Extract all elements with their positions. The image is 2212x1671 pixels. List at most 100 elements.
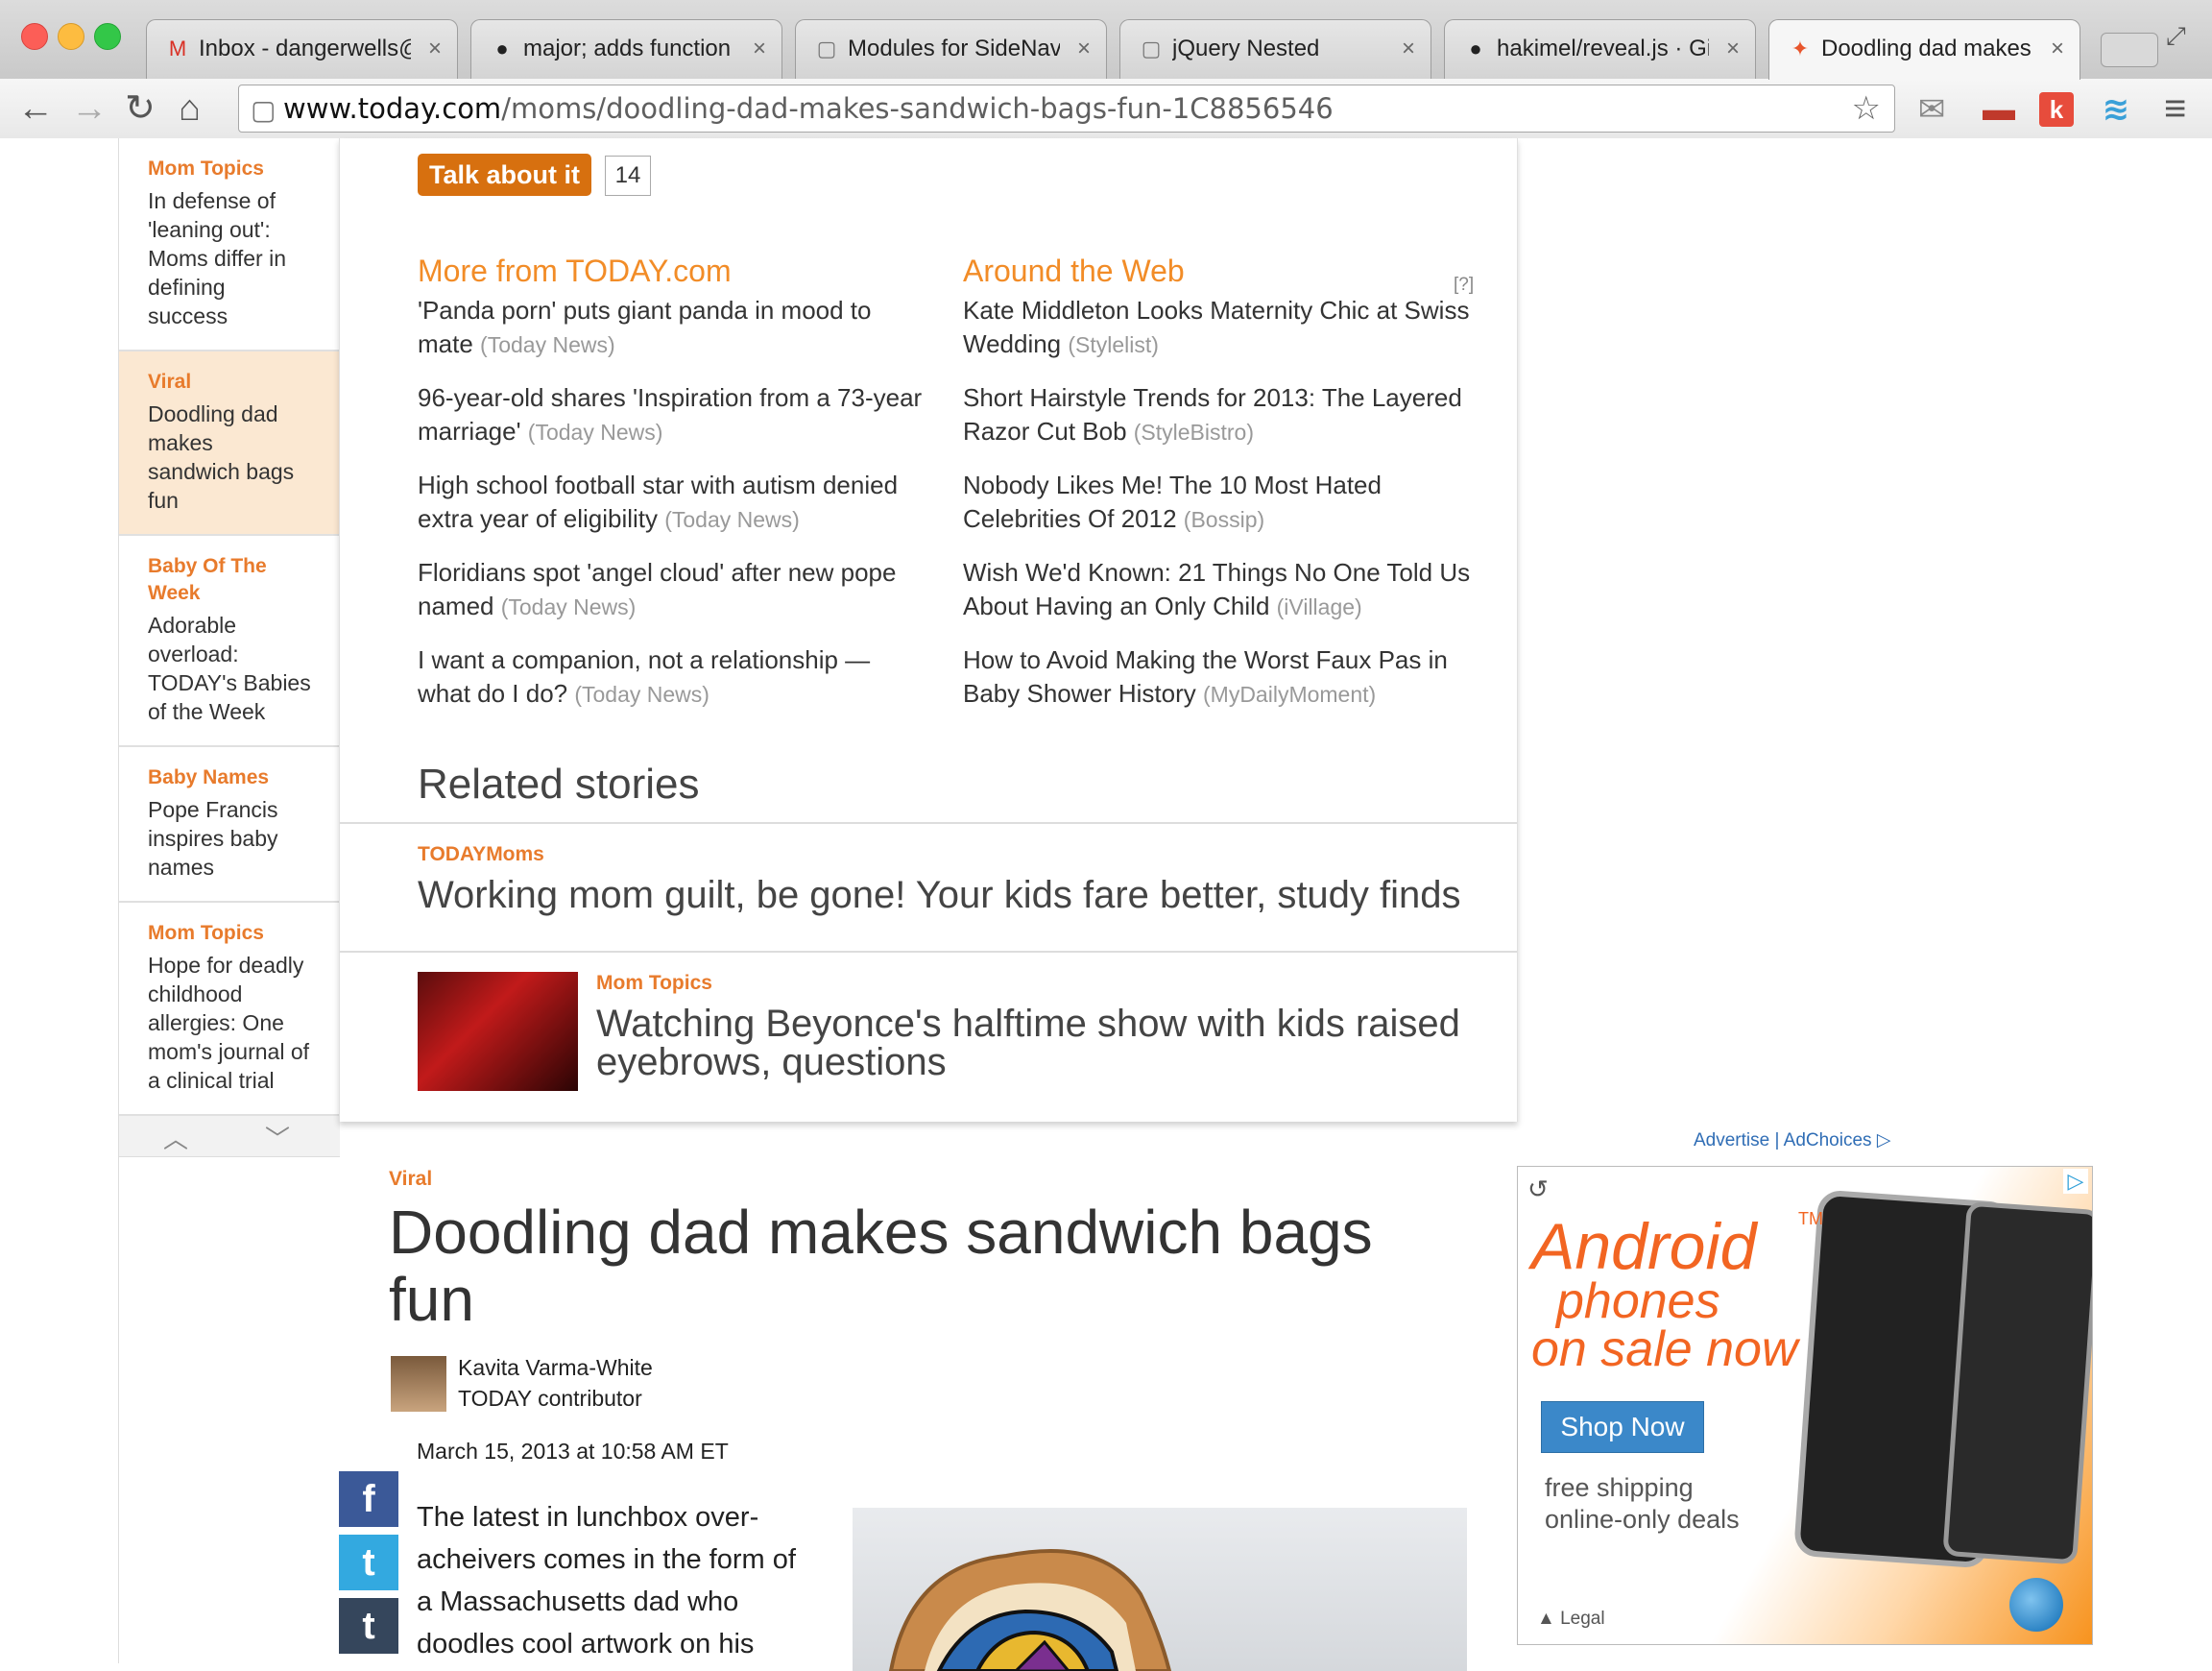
more-from-today-heading[interactable]: More from TODAY.com	[418, 254, 732, 289]
related-story-thumbnail[interactable]	[418, 972, 578, 1091]
wave-extension-icon[interactable]: ≋	[2099, 92, 2133, 127]
ad-shipping-text: free shipping online-only deals	[1545, 1472, 1740, 1536]
article-sandwich-image[interactable]	[853, 1508, 1467, 1671]
tab-close-icon[interactable]: ×	[1726, 20, 1740, 78]
forward-button[interactable]: →	[71, 86, 108, 131]
tab-close-icon[interactable]: ×	[428, 20, 442, 78]
address-bar[interactable]: ▢ www.today.com/moms/doodling-dad-makes-…	[238, 85, 1895, 133]
recommended-link[interactable]: Kate Middleton Looks Maternity Chic at S…	[963, 294, 1481, 362]
tab-close-icon[interactable]: ×	[1402, 20, 1415, 78]
related-story-title[interactable]: Working mom guilt, be gone! Your kids fa…	[418, 876, 1512, 914]
mail-extension-icon[interactable]: ✉	[1914, 92, 1949, 127]
tab-close-icon[interactable]: ×	[753, 20, 766, 78]
recommended-link[interactable]: I want a companion, not a relationship —…	[418, 643, 926, 712]
browser-tab[interactable]: ▢ jQuery Nested ×	[1119, 19, 1431, 79]
recommended-link[interactable]: 'Panda porn' puts giant panda in mood to…	[418, 294, 926, 362]
rail-story-title[interactable]: Doodling dad makes sandwich bags fun	[148, 400, 311, 515]
window-minimize-button[interactable]	[58, 23, 84, 50]
talk-about-it-button[interactable]: Talk about it	[418, 154, 592, 196]
browser-tab[interactable]: ● hakimel/reveal.js · Gi ×	[1444, 19, 1756, 79]
advertise-link[interactable]: Advertise	[1694, 1130, 1769, 1150]
klout-extension-icon[interactable]: k	[2039, 92, 2074, 127]
tab-close-icon[interactable]: ×	[2051, 20, 2064, 78]
rail-story-title[interactable]: Hope for deadly childhood allergies: One…	[148, 951, 311, 1095]
recommended-link[interactable]: Wish We'd Known: 21 Things No One Told U…	[963, 556, 1481, 624]
article-category[interactable]: Viral	[389, 1168, 432, 1191]
recommended-link-title[interactable]: High school football star with autism de…	[418, 471, 898, 533]
author-name[interactable]: Kavita Varma-White	[458, 1352, 653, 1383]
couch-extension-icon[interactable]: ▬	[1982, 92, 2016, 127]
rail-story-item[interactable]: Mom Topics In defense of 'leaning out': M…	[119, 138, 340, 351]
related-story-title[interactable]: Watching Beyonce's halftime show with ki…	[596, 1005, 1499, 1081]
window-zoom-button[interactable]	[94, 23, 121, 50]
recommended-link-title[interactable]: Wish We'd Known: 21 Things No One Told U…	[963, 558, 1470, 620]
browser-tab[interactable]: ✦ Doodling dad makes ×	[1768, 19, 2080, 80]
facebook-share-button[interactable]: f	[339, 1471, 398, 1527]
fullscreen-icon[interactable]: ⤢	[2166, 21, 2186, 52]
ad-legal-link[interactable]: ▲ Legal	[1537, 1609, 1605, 1630]
browser-tab[interactable]: ● major; adds function ×	[470, 19, 782, 79]
url-text[interactable]: www.today.com/moms/doodling-dad-makes-sa…	[283, 85, 1334, 132]
ad-replay-icon[interactable]: ↺	[1527, 1175, 1549, 1204]
adchoices-icon[interactable]: ▷	[2063, 1169, 2088, 1194]
recommended-link-source: (StyleBistro)	[1133, 420, 1255, 445]
rail-up-arrow-icon[interactable]: ︿	[163, 1120, 188, 1155]
recommended-link[interactable]: High school football star with autism de…	[418, 469, 926, 537]
author-byline: Kavita Varma-White TODAY contributor	[458, 1352, 653, 1414]
tab-title: Inbox - dangerwells@	[199, 36, 411, 61]
github-icon: ●	[495, 36, 509, 61]
rail-down-arrow-icon[interactable]: ﹀	[265, 1120, 290, 1155]
browser-tab[interactable]: ▢ Modules for SideNav ×	[795, 19, 1107, 79]
rail-story-title[interactable]: Adorable overload: TODAY's Babies of the…	[148, 611, 311, 726]
rail-story-category[interactable]: Baby Names	[148, 764, 311, 791]
rail-story-title[interactable]: Pope Francis inspires baby names	[148, 795, 311, 882]
author-role: TODAY contributor	[458, 1386, 642, 1411]
comment-count-badge[interactable]: 14	[605, 156, 651, 196]
shop-now-button[interactable]: Shop Now	[1541, 1401, 1704, 1453]
recommended-link[interactable]: Floridians spot 'angel cloud' after new …	[418, 556, 926, 624]
tab-close-icon[interactable]: ×	[1077, 20, 1091, 78]
recommended-link-source: (Today News)	[527, 420, 663, 445]
tumblr-share-button[interactable]: t	[339, 1598, 398, 1654]
related-story[interactable]: Mom Topics Watching Beyonce's halftime s…	[340, 951, 1517, 1124]
recommended-link[interactable]: Short Hairstyle Trends for 2013: The Lay…	[963, 381, 1481, 449]
back-button[interactable]: ←	[17, 86, 54, 131]
recommended-link[interactable]: 96-year-old shares 'Inspiration from a 7…	[418, 381, 926, 449]
related-story[interactable]: TODAYMoms Working mom guilt, be gone! Yo…	[340, 822, 1517, 953]
tab-title: Doodling dad makes	[1821, 36, 2032, 61]
recommended-link[interactable]: How to Avoid Making the Worst Faux Pas i…	[963, 643, 1481, 712]
rail-story-title[interactable]: In defense of 'leaning out': Moms differ…	[148, 186, 311, 330]
new-tab-button[interactable]	[2101, 33, 2158, 67]
rail-story-category[interactable]: Viral	[148, 369, 311, 396]
rail-story-category[interactable]: Mom Topics	[148, 920, 311, 947]
tab-title: hakimel/reveal.js · Gi	[1497, 36, 1709, 61]
rail-story-item[interactable]: Viral Doodling dad makes sandwich bags fu…	[119, 351, 340, 536]
browser-tab[interactable]: M Inbox - dangerwells@ ×	[146, 19, 458, 79]
recommended-link[interactable]: Nobody Likes Me! The 10 Most Hated Celeb…	[963, 469, 1481, 537]
rail-story-category[interactable]: Baby Of The Week	[148, 553, 311, 607]
ad-meta-separator: |	[1774, 1130, 1780, 1150]
bookmark-star-icon[interactable]: ☆	[1852, 89, 1881, 128]
twitter-share-button[interactable]: t	[339, 1535, 398, 1590]
web-page: Mom Topics In defense of 'leaning out': M…	[0, 138, 2212, 1671]
window-close-button[interactable]	[21, 23, 48, 50]
recommended-link-title[interactable]: Nobody Likes Me! The 10 Most Hated Celeb…	[963, 471, 1382, 533]
rail-story-item[interactable]: Mom Topics Hope for deadly childhood alle…	[119, 903, 340, 1116]
reload-button[interactable]: ↻	[125, 86, 156, 131]
url-host: www.today.com	[283, 92, 502, 125]
page-icon: ▢	[1141, 36, 1162, 61]
adchoices-link[interactable]: AdChoices ▷	[1784, 1130, 1891, 1150]
rail-story-item[interactable]: Baby Names Pope Francis inspires baby nam…	[119, 747, 340, 903]
home-button[interactable]: ⌂	[179, 86, 201, 131]
recommended-link-title[interactable]: Floridians spot 'angel cloud' after new …	[418, 558, 896, 620]
chrome-menu-button[interactable]: ≡	[2164, 86, 2186, 131]
browser-tab-strip: M Inbox - dangerwells@ × ● major; adds funct…	[0, 0, 2212, 80]
recommended-link-title[interactable]: Kate Middleton Looks Maternity Chic at S…	[963, 296, 1469, 358]
att-android-ad[interactable]: ↺ ▷ Android TM phones on sale now Shop N…	[1517, 1166, 2093, 1645]
rail-story-item[interactable]: Baby Of The Week Adorable overload: TODAY…	[119, 536, 340, 747]
rail-story-category[interactable]: Mom Topics	[148, 156, 311, 182]
sponsored-info-link[interactable]: [?]	[1454, 275, 1474, 296]
ad-phone-image	[1942, 1200, 2092, 1565]
article: Viral Doodling dad makes sandwich bags f…	[339, 1122, 1516, 1671]
recommended-link-title[interactable]: 96-year-old shares 'Inspiration from a 7…	[418, 383, 922, 446]
